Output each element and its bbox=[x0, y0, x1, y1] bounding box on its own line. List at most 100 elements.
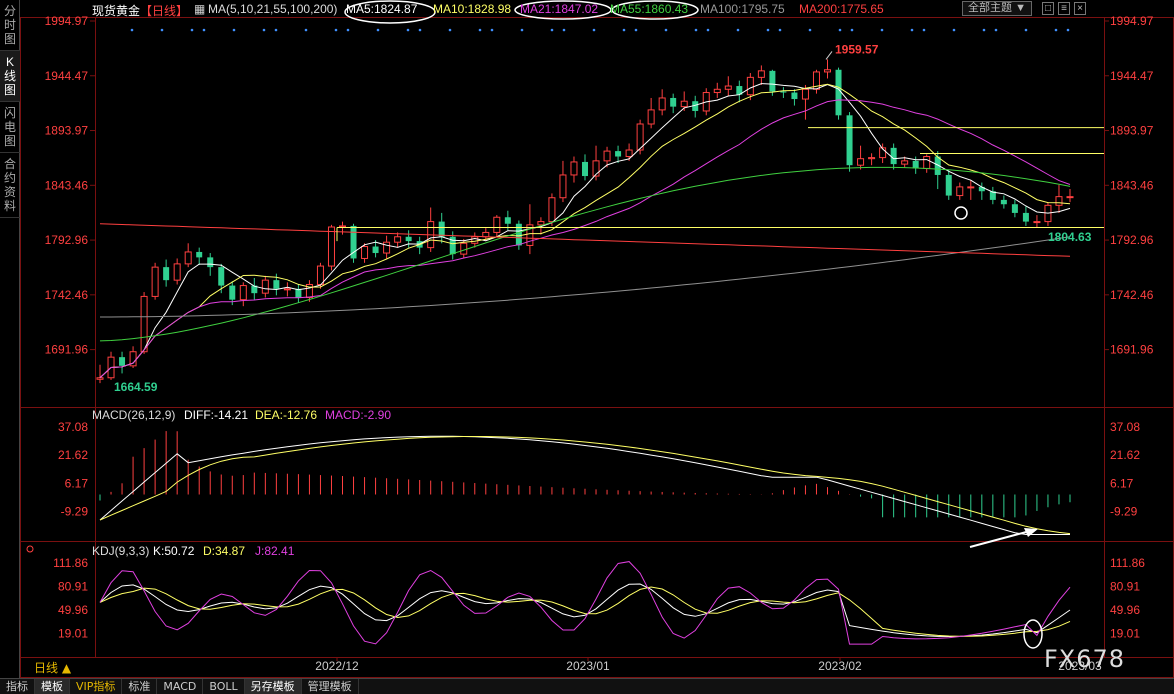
candle-body bbox=[504, 217, 511, 224]
event-marker-dot bbox=[376, 28, 380, 32]
bottom-tab-0[interactable]: 指标 bbox=[0, 679, 35, 694]
macd-tick-right: 37.08 bbox=[1110, 420, 1140, 434]
macd-macd: MACD:-2.90 bbox=[325, 408, 391, 422]
candle-body bbox=[791, 92, 798, 100]
maximize-icon[interactable]: □ bbox=[1042, 2, 1054, 15]
candle-body bbox=[1011, 204, 1018, 213]
candle-body bbox=[780, 91, 787, 93]
candle-body bbox=[339, 225, 346, 228]
kdj-params: KDJ(9,3,3) bbox=[92, 544, 149, 558]
kdj-tick-left: 19.01 bbox=[58, 627, 88, 641]
candle-body bbox=[801, 88, 809, 100]
kdj-d: D:34.87 bbox=[203, 544, 245, 558]
ma200-value: MA200:1775.65 bbox=[799, 2, 884, 16]
event-marker-dot bbox=[232, 28, 236, 32]
event-marker-dot bbox=[664, 28, 668, 32]
candle-body bbox=[361, 246, 369, 259]
price-tick-right: 1893.97 bbox=[1110, 124, 1154, 138]
candle-body bbox=[582, 161, 588, 177]
candle-body bbox=[890, 147, 897, 165]
bottom-tab-1[interactable]: 模板 bbox=[35, 679, 70, 694]
kdj-tick-left: 111.86 bbox=[53, 556, 88, 570]
price-tick-right: 1843.46 bbox=[1110, 178, 1154, 192]
bottom-tab-4[interactable]: MACD bbox=[157, 679, 204, 694]
candle-body bbox=[647, 109, 655, 125]
period-indicator[interactable]: 日线 ▲ bbox=[34, 661, 72, 675]
price-tick-left: 1893.97 bbox=[45, 124, 89, 138]
candle-body bbox=[482, 231, 490, 238]
ma21-value: MA21:1847.02 bbox=[520, 2, 599, 16]
bottom-tab-5[interactable]: BOLL bbox=[203, 679, 245, 694]
bottom-tab-7[interactable]: 管理模板 bbox=[302, 679, 359, 694]
candle-body bbox=[956, 186, 964, 197]
macd-diff-line bbox=[99, 435, 1070, 535]
chart-icon: ▦ bbox=[194, 2, 206, 16]
date-tick: 2023/02 bbox=[818, 659, 862, 673]
candle-body bbox=[912, 160, 919, 169]
price-tick-left: 1994.97 bbox=[45, 14, 89, 28]
candle-body bbox=[438, 221, 445, 237]
candle-body bbox=[537, 221, 545, 226]
event-marker-dot bbox=[922, 28, 926, 32]
event-marker-dot bbox=[592, 28, 596, 32]
date-tick: 2023/01 bbox=[566, 659, 610, 673]
macd-tick-right: 21.62 bbox=[1110, 448, 1140, 462]
candle-body bbox=[273, 280, 280, 289]
kdj-tick-right: 19.01 bbox=[1110, 627, 1140, 641]
topic-dropdown[interactable]: 全部主题 ▼ bbox=[962, 1, 1032, 16]
candle-body bbox=[1066, 196, 1074, 199]
candle-body bbox=[96, 377, 104, 380]
event-marker-dot bbox=[634, 28, 638, 32]
event-marker-dot bbox=[1054, 28, 1058, 32]
kdj-tick-right: 80.91 bbox=[1110, 580, 1140, 594]
candle-body bbox=[824, 69, 831, 73]
candle-body bbox=[680, 100, 688, 108]
event-marker-dot bbox=[202, 28, 206, 32]
kdj-tick-right: 49.96 bbox=[1110, 603, 1140, 617]
event-marker-dot bbox=[694, 28, 698, 32]
candle-body bbox=[283, 288, 291, 291]
event-marker-dot bbox=[1024, 28, 1028, 32]
candle-body bbox=[658, 97, 666, 111]
candle-body bbox=[207, 257, 214, 268]
kdj-tick-right: 111.86 bbox=[1110, 556, 1145, 570]
instrument-name: 现货黄金 bbox=[92, 4, 141, 18]
event-marker-dot bbox=[622, 28, 626, 32]
macd-params: MACD(26,12,9) bbox=[92, 408, 175, 422]
ma21-line bbox=[99, 99, 1071, 379]
price-tick-left: 1792.96 bbox=[45, 233, 89, 247]
arrow-head bbox=[1024, 528, 1038, 537]
candle-body bbox=[769, 70, 776, 92]
menu-icon[interactable]: ≡ bbox=[1058, 2, 1070, 15]
candle-body bbox=[548, 197, 556, 223]
bottom-tab-6[interactable]: 另存模板 bbox=[244, 679, 302, 694]
candle-body bbox=[239, 285, 247, 301]
candle-body bbox=[1000, 199, 1007, 205]
event-marker-dot bbox=[262, 28, 266, 32]
highlight-circle bbox=[954, 206, 968, 220]
candlestick-chart[interactable]: 1994.97 1994.97 1944.47 1944.47 1893.97 1893.… bbox=[0, 0, 1174, 678]
close-icon[interactable]: × bbox=[1074, 2, 1086, 15]
candle-body bbox=[713, 88, 721, 94]
period-label[interactable]: 【日线】 bbox=[140, 2, 188, 19]
candle-body bbox=[559, 174, 567, 199]
candle-body bbox=[625, 149, 633, 158]
ma55-value: MA55:1860.43 bbox=[610, 2, 689, 16]
price-tick-right: 1994.97 bbox=[1110, 14, 1154, 28]
price-tick-left: 1843.46 bbox=[45, 178, 89, 192]
event-marker-dot bbox=[808, 28, 812, 32]
ma5-value: MA5:1824.87 bbox=[346, 2, 418, 16]
candle-body bbox=[1055, 196, 1063, 206]
macd-dea: DEA:-12.76 bbox=[255, 408, 317, 422]
bottom-tab-2[interactable]: VIP指标 bbox=[70, 679, 123, 694]
event-marker-dot bbox=[850, 28, 854, 32]
macd-tick-left: 6.17 bbox=[65, 476, 89, 490]
event-marker-dot bbox=[910, 28, 914, 32]
low-annotation: 1664.59 bbox=[114, 380, 158, 394]
candle-body bbox=[119, 357, 126, 366]
event-marker-dot bbox=[478, 28, 482, 32]
candle-body bbox=[570, 161, 578, 176]
bottom-tab-3[interactable]: 标准 bbox=[122, 679, 158, 694]
kdj-settings-icon[interactable] bbox=[26, 545, 34, 553]
candle-body bbox=[945, 174, 952, 196]
